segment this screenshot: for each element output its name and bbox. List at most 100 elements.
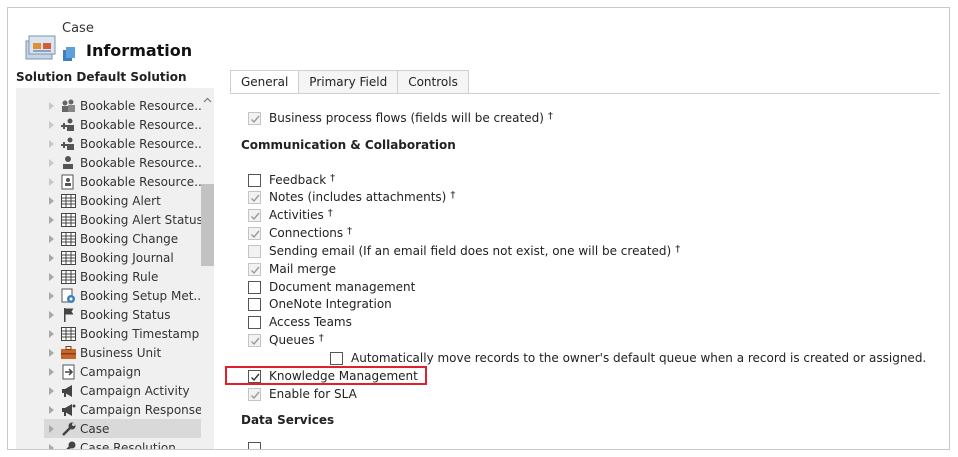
tree-item-campaign[interactable]: Campaign (49, 362, 201, 381)
tree-item-booking-journal[interactable]: Booking Journal (49, 248, 201, 267)
expand-arrow-icon[interactable] (49, 101, 54, 110)
option-notes[interactable]: Notes (includes attachments) † (248, 189, 455, 205)
solution-tree[interactable]: Bookable Resource... Bookable Resource..… (16, 88, 214, 449)
option-feedback[interactable]: Feedback † (248, 172, 335, 188)
tab-divider (230, 93, 940, 94)
option-onenote-integration[interactable]: OneNote Integration (248, 296, 392, 312)
case-entity-icon (25, 35, 56, 60)
data-services-checkbox[interactable] (248, 441, 261, 449)
document-person-icon (60, 174, 77, 190)
queue-auto-move-checkbox[interactable] (330, 351, 343, 365)
grid-icon (60, 269, 77, 285)
tree-item-booking-alert-status[interactable]: Booking Alert Status (49, 210, 201, 229)
notes-label: Notes (includes attachments) (269, 190, 447, 204)
tree-item-booking-change[interactable]: Booking Change (49, 229, 201, 248)
expand-arrow-icon[interactable] (49, 234, 54, 243)
tree-item-bookable-resource-3[interactable]: Bookable Resource... (49, 134, 201, 153)
option-document-management[interactable]: Document management (248, 279, 415, 295)
option-enable-sla[interactable]: Enable for SLA (248, 386, 357, 402)
form-icon (63, 47, 75, 61)
option-activities[interactable]: Activities † (248, 207, 333, 223)
sending-email-checkbox[interactable] (248, 244, 261, 258)
scrollbar-thumb[interactable] (201, 184, 214, 266)
tree-item-label: Booking Rule (80, 269, 159, 284)
option-queue-auto-move[interactable]: Automatically move records to the owner'… (330, 350, 926, 366)
notes-checkbox[interactable] (248, 190, 261, 204)
queues-checkbox[interactable] (248, 333, 261, 347)
expand-arrow-icon[interactable] (49, 215, 54, 224)
option-data-services-partial[interactable] (248, 440, 269, 449)
tree-item-label: Booking Status (80, 307, 171, 322)
expand-arrow-icon[interactable] (49, 253, 54, 262)
tree-item-campaign-response[interactable]: Campaign Response (49, 400, 201, 419)
mail-merge-checkbox[interactable] (248, 262, 261, 276)
expand-arrow-icon[interactable] (49, 386, 54, 395)
enable-sla-checkbox[interactable] (248, 387, 261, 401)
activities-checkbox[interactable] (248, 208, 261, 222)
onenote-checkbox[interactable] (248, 297, 261, 311)
tree-scrollbar[interactable] (201, 88, 214, 449)
tree-item-case[interactable]: Case (44, 419, 201, 438)
tree-item-booking-alert[interactable]: Booking Alert (49, 191, 201, 210)
document-management-checkbox[interactable] (248, 280, 261, 294)
queues-label: Queues (269, 333, 315, 347)
people-group-icon (60, 98, 77, 114)
expand-arrow-icon[interactable] (49, 291, 54, 300)
tree-item-booking-timestamp[interactable]: Booking Timestamp (49, 324, 201, 343)
option-sending-email[interactable]: Sending email (If an email field does no… (248, 243, 680, 259)
tree-item-label: Campaign (80, 364, 141, 379)
person-plus-icon (60, 117, 77, 133)
expand-arrow-icon[interactable] (49, 272, 54, 281)
option-queues[interactable]: Queues † (248, 332, 324, 348)
tab-primary-field[interactable]: Primary Field (299, 70, 399, 94)
expand-arrow-icon[interactable] (49, 139, 54, 148)
expand-arrow-icon[interactable] (49, 177, 54, 186)
expand-arrow-icon[interactable] (49, 120, 54, 129)
access-teams-checkbox[interactable] (248, 315, 261, 329)
tree-item-campaign-activity[interactable]: Campaign Activity (49, 381, 201, 400)
grid-icon (60, 193, 77, 209)
tab-controls[interactable]: Controls (398, 70, 469, 94)
mail-merge-label: Mail merge (269, 262, 336, 276)
expand-arrow-icon[interactable] (49, 443, 54, 449)
bpf-checkbox[interactable] (248, 111, 261, 125)
option-access-teams[interactable]: Access Teams (248, 314, 352, 330)
tree-item-bookable-resource-5[interactable]: Bookable Resource... (49, 172, 201, 191)
person-plus-icon (60, 136, 77, 152)
expand-arrow-icon[interactable] (49, 405, 54, 414)
expand-arrow-icon[interactable] (49, 196, 54, 205)
sending-email-dagger: † (675, 243, 681, 255)
tree-item-business-unit[interactable]: Business Unit (49, 343, 201, 362)
connections-checkbox[interactable] (248, 226, 261, 240)
megaphone-icon (60, 383, 77, 399)
bpf-dagger: † (547, 110, 553, 122)
feedback-checkbox[interactable] (248, 173, 261, 187)
tree-item-case-resolution[interactable]: Case Resolution (49, 438, 201, 449)
expand-arrow-icon[interactable] (49, 310, 54, 319)
scroll-up-arrow-icon[interactable] (203, 96, 212, 105)
option-business-process-flows[interactable]: Business process flows (fields will be c… (248, 110, 553, 126)
tree-item-bookable-resource-2[interactable]: Bookable Resource... (49, 115, 201, 134)
queues-dagger: † (318, 332, 324, 344)
option-connections[interactable]: Connections † (248, 225, 352, 241)
tree-item-booking-status[interactable]: Booking Status (49, 305, 201, 324)
option-mail-merge[interactable]: Mail merge (248, 261, 336, 277)
form-title: Information (86, 41, 193, 60)
tree-item-booking-rule[interactable]: Booking Rule (49, 267, 201, 286)
grid-icon (60, 326, 77, 342)
tree-item-label: Booking Setup Met... (80, 288, 201, 303)
tree-item-bookable-resource-4[interactable]: Bookable Resource... (49, 153, 201, 172)
tree-item-label: Booking Timestamp (80, 326, 200, 341)
tree-item-booking-setup-metadata[interactable]: Booking Setup Met... (49, 286, 201, 305)
enable-sla-label: Enable for SLA (269, 387, 357, 401)
tab-general[interactable]: General (230, 70, 300, 94)
expand-arrow-icon[interactable] (49, 348, 54, 357)
case-resolution-icon (60, 440, 77, 449)
queue-auto-move-label: Automatically move records to the owner'… (351, 351, 927, 365)
expand-arrow-icon[interactable] (49, 424, 54, 433)
expand-arrow-icon[interactable] (49, 158, 54, 167)
expand-arrow-icon[interactable] (49, 367, 54, 376)
entity-name: Case (62, 21, 94, 36)
expand-arrow-icon[interactable] (49, 329, 54, 338)
tree-item-bookable-resource-1[interactable]: Bookable Resource... (49, 96, 201, 115)
